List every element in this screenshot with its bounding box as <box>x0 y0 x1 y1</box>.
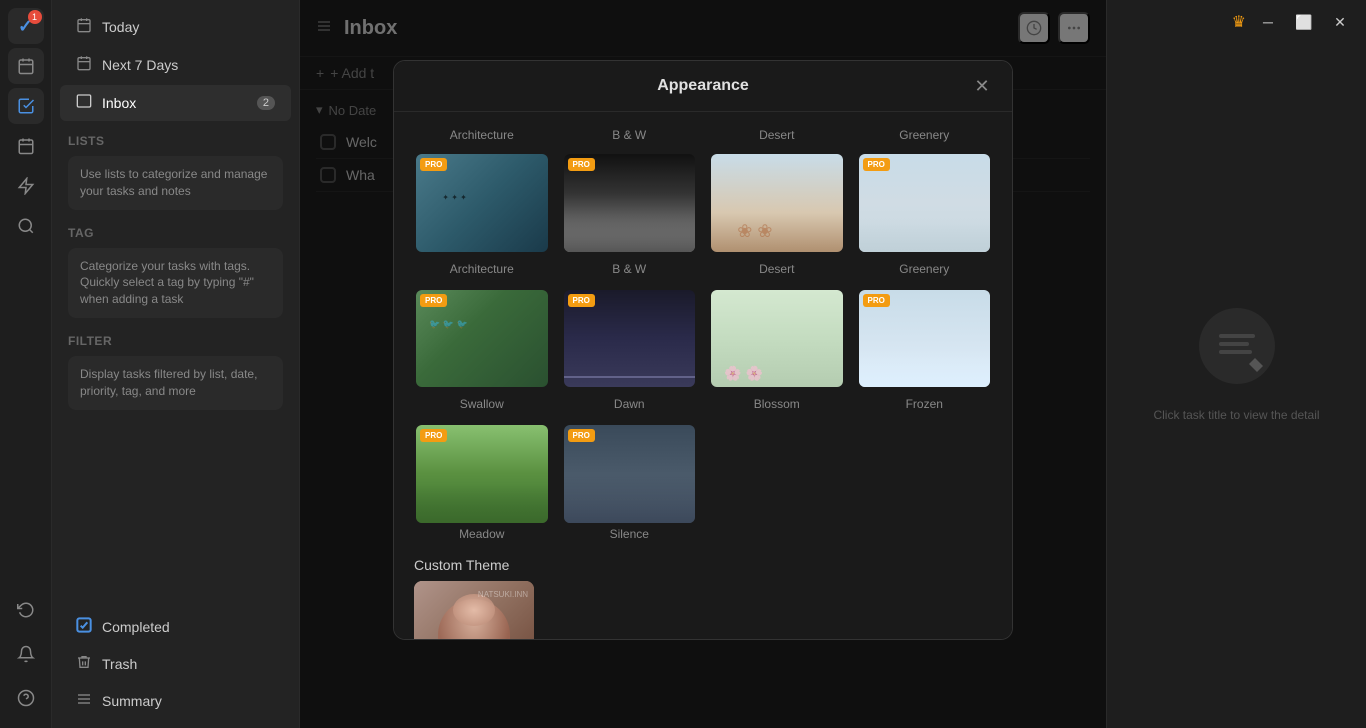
completed-icon <box>76 617 92 637</box>
col-header-greenery: Greenery <box>857 128 993 142</box>
theme-architecture[interactable]: PRO ✦ ✦ ✦ <box>414 152 550 254</box>
filter-section-title: Filter <box>52 322 299 352</box>
notifications-icon[interactable] <box>8 636 44 672</box>
theme-row-2: PRO 🐦 🐦 🐦 PRO <box>414 288 992 390</box>
lists-description: Use lists to categorize and manage your … <box>68 156 283 210</box>
theme-name-silence: Silence <box>562 527 698 541</box>
theme-name-desert: Desert <box>709 262 845 276</box>
habits-nav-icon[interactable] <box>8 168 44 204</box>
sidebar-item-completed[interactable]: Completed <box>60 609 291 645</box>
minimize-button[interactable]: ─ <box>1254 8 1282 36</box>
summary-icon <box>76 691 92 711</box>
tag-section-title: Tag <box>52 214 299 244</box>
sidebar: Today Next 7 Days Inbox 2 Lists Use list… <box>52 0 300 728</box>
sidebar-today-label: Today <box>102 19 139 35</box>
sidebar-next7days-label: Next 7 Days <box>102 57 178 73</box>
theme-swallow[interactable]: PRO 🐦 🐦 🐦 <box>414 288 550 390</box>
sidebar-item-today[interactable]: Today <box>60 9 291 45</box>
theme-swallow-thumb[interactable]: PRO 🐦 🐦 🐦 <box>414 288 550 390</box>
theme-names-row2: Swallow Dawn Blossom Frozen <box>414 397 992 415</box>
trash-icon <box>76 654 92 674</box>
sidebar-inbox-label: Inbox <box>102 95 136 111</box>
theme-name-dawn: Dawn <box>562 397 698 411</box>
theme-greenery-thumb[interactable]: PRO <box>857 152 993 254</box>
notification-badge: 1 <box>28 10 42 24</box>
theme-names-row1: Architecture B & W Desert Greenery <box>414 262 992 280</box>
theme-greenery[interactable]: PRO <box>857 152 993 254</box>
completed-label: Completed <box>102 619 170 635</box>
custom-theme-section: Custom Theme NATSUKI.INN <box>414 557 992 640</box>
theme-dawn[interactable]: PRO <box>562 288 698 390</box>
custom-theme-title: Custom Theme <box>414 557 992 573</box>
theme-name-arch: Architecture <box>414 262 550 276</box>
col-header-desert: Desert <box>709 128 845 142</box>
theme-name-swallow: Swallow <box>414 397 550 411</box>
close-button[interactable]: ✕ <box>1326 8 1354 36</box>
modal-overlay: Appearance ✕ Architecture B & W Desert G… <box>300 0 1106 728</box>
modal-title: Appearance <box>657 77 749 95</box>
theme-desert-thumb[interactable]: ❀ ❀ <box>709 152 845 254</box>
theme-name-meadow: Meadow <box>414 527 550 541</box>
filter-description: Display tasks filtered by list, date, pr… <box>68 356 283 410</box>
theme-meadow[interactable]: PRO <box>414 423 550 525</box>
modal-body: Architecture B & W Desert Greenery PRO ✦… <box>394 112 1012 640</box>
today-nav-icon[interactable] <box>8 48 44 84</box>
theme-silence-thumb[interactable]: PRO <box>562 423 698 525</box>
tasks-nav-icon[interactable] <box>8 88 44 124</box>
theme-dawn-thumb[interactable]: PRO <box>562 288 698 390</box>
theme-row-1: PRO ✦ ✦ ✦ PRO <box>414 152 992 254</box>
custom-theme-thumbnail[interactable]: NATSUKI.INN <box>414 581 534 640</box>
inbox-icon <box>76 93 92 113</box>
theme-header-row: Architecture B & W Desert Greenery <box>414 128 992 146</box>
appearance-modal: Appearance ✕ Architecture B & W Desert G… <box>393 60 1013 640</box>
theme-name-greenery: Greenery <box>857 262 993 276</box>
theme-silence[interactable]: PRO <box>562 423 698 525</box>
next7days-icon <box>76 55 92 75</box>
theme-name-frozen: Frozen <box>857 397 993 411</box>
maximize-button[interactable]: ⬜ <box>1290 8 1318 36</box>
summary-label: Summary <box>102 693 162 709</box>
theme-name-bw: B & W <box>562 262 698 276</box>
theme-arch-thumb[interactable]: PRO ✦ ✦ ✦ <box>414 152 550 254</box>
trash-label: Trash <box>102 656 137 672</box>
modal-header: Appearance ✕ <box>394 61 1012 112</box>
theme-blossom-thumb[interactable]: 🌸 🌸 <box>709 288 845 390</box>
sidebar-item-inbox[interactable]: Inbox 2 <box>60 85 291 121</box>
detail-placeholder-icon <box>1197 306 1277 400</box>
today-icon <box>76 17 92 37</box>
main-content: Inbox + + Add t ▾ No Date Welc <box>300 0 1106 728</box>
sync-icon[interactable] <box>8 592 44 628</box>
search-nav-icon[interactable] <box>8 208 44 244</box>
sidebar-item-trash[interactable]: Trash <box>60 646 291 682</box>
theme-name-blossom: Blossom <box>709 397 845 411</box>
theme-meadow-thumb[interactable]: PRO <box>414 423 550 525</box>
theme-bw-thumb[interactable]: PRO <box>562 152 698 254</box>
help-icon[interactable] <box>8 680 44 716</box>
app-logo-button[interactable]: ✓ 1 <box>8 8 44 44</box>
col-header-bw: B & W <box>562 128 698 142</box>
inbox-badge: 2 <box>257 96 275 110</box>
tag-description: Categorize your tasks with tags. Quickly… <box>68 248 283 318</box>
modal-close-button[interactable]: ✕ <box>968 72 996 100</box>
sidebar-item-summary[interactable]: Summary <box>60 683 291 719</box>
lists-section-title: Lists <box>52 122 299 152</box>
icon-bar-bottom <box>8 592 44 720</box>
sidebar-item-next7days[interactable]: Next 7 Days <box>60 47 291 83</box>
icon-bar: ✓ 1 <box>0 0 52 728</box>
theme-desert[interactable]: ❀ ❀ <box>709 152 845 254</box>
theme-frozen-thumb[interactable]: PRO <box>857 288 993 390</box>
window-chrome: ♛ ─ ⬜ ✕ <box>1220 0 1366 44</box>
calendar-nav-icon[interactable] <box>8 128 44 164</box>
right-panel: Click task title to view the detail <box>1106 0 1366 728</box>
crown-icon: ♛ <box>1232 12 1246 32</box>
theme-blossom[interactable]: 🌸 🌸 <box>709 288 845 390</box>
theme-frozen[interactable]: PRO <box>857 288 993 390</box>
col-header-arch: Architecture <box>414 128 550 142</box>
right-panel-hint: Click task title to view the detail <box>1137 408 1335 422</box>
theme-bw[interactable]: PRO <box>562 152 698 254</box>
